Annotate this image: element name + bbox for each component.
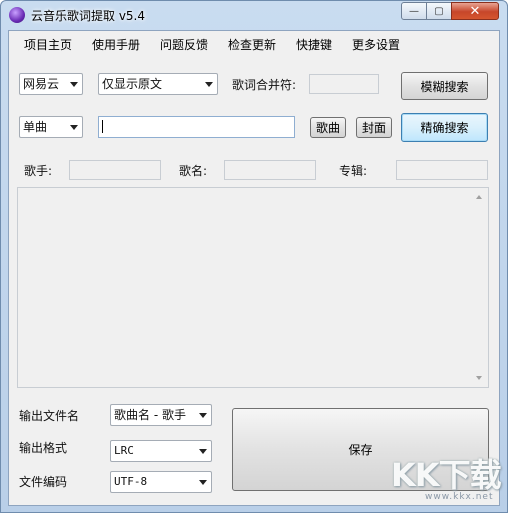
main-panel: 项目主页 使用手册 问题反馈 检查更新 快捷键 更多设置 网易云 仅显示原文 歌… <box>8 30 500 506</box>
menu-item-manual[interactable]: 使用手册 <box>92 36 140 53</box>
chevron-down-icon <box>205 82 213 87</box>
search-type-value: 单曲 <box>23 120 48 134</box>
minimize-icon: — <box>409 5 419 17</box>
lyrics-scrollbar[interactable] <box>471 188 488 387</box>
exact-search-button[interactable]: 精确搜索 <box>401 113 488 142</box>
maximize-icon: ▢ <box>434 5 444 17</box>
window-title: 云音乐歌词提取 v5.4 <box>31 9 146 23</box>
scroll-up-icon[interactable] <box>476 195 482 199</box>
chevron-down-icon <box>199 449 207 454</box>
cover-button[interactable]: 封面 <box>356 117 392 138</box>
title-bar[interactable]: 云音乐歌词提取 v5.4 — ▢ ✕ <box>1 1 507 29</box>
singer-field <box>69 160 161 180</box>
chevron-down-icon <box>70 125 78 130</box>
menu-bar: 项目主页 使用手册 问题反馈 检查更新 快捷键 更多设置 <box>9 31 499 57</box>
album-field <box>396 160 488 180</box>
display-mode-select[interactable]: 仅显示原文 <box>98 73 218 95</box>
search-query-input[interactable] <box>98 116 295 138</box>
file-encoding-label: 文件编码 <box>19 475 68 489</box>
lyrics-textarea[interactable] <box>17 187 489 388</box>
chevron-down-icon <box>199 480 207 485</box>
merge-char-label: 歌词合并符: <box>232 78 297 92</box>
file-encoding-select[interactable]: UTF-8 <box>110 471 212 493</box>
output-filename-label: 输出文件名 <box>19 409 80 423</box>
menu-item-check-update[interactable]: 检查更新 <box>228 36 276 53</box>
chevron-down-icon <box>70 82 78 87</box>
app-window: 云音乐歌词提取 v5.4 — ▢ ✕ 项目主页 使用手册 问题反馈 检查更新 快… <box>0 0 508 513</box>
source-select[interactable]: 网易云 <box>19 73 83 95</box>
menu-item-shortcuts[interactable]: 快捷键 <box>296 36 332 53</box>
output-format-select[interactable]: LRC <box>110 440 212 462</box>
album-label: 专辑: <box>339 164 368 178</box>
fuzzy-search-label: 模糊搜索 <box>420 79 469 94</box>
text-caret <box>102 120 103 133</box>
display-mode-value: 仅显示原文 <box>102 77 163 91</box>
close-button[interactable]: ✕ <box>451 2 499 20</box>
source-select-value: 网易云 <box>23 77 60 91</box>
save-button[interactable]: 保存 <box>232 408 489 491</box>
singer-label: 歌手: <box>24 164 53 178</box>
search-type-select[interactable]: 单曲 <box>19 116 83 138</box>
merge-char-input[interactable] <box>309 74 379 94</box>
output-format-label: 输出格式 <box>19 441 68 455</box>
menu-item-homepage[interactable]: 项目主页 <box>24 36 72 53</box>
menu-item-more-settings[interactable]: 更多设置 <box>352 36 400 53</box>
song-name-label: 歌名: <box>179 164 208 178</box>
song-button[interactable]: 歌曲 <box>310 117 346 138</box>
output-filename-select[interactable]: 歌曲名 - 歌手 <box>110 404 212 426</box>
close-icon: ✕ <box>469 3 481 19</box>
menu-item-feedback[interactable]: 问题反馈 <box>160 36 208 53</box>
scroll-down-icon[interactable] <box>476 376 482 380</box>
song-name-field <box>224 160 316 180</box>
maximize-button[interactable]: ▢ <box>426 2 452 20</box>
app-logo-icon <box>9 7 25 23</box>
chevron-down-icon <box>199 413 207 418</box>
fuzzy-search-button[interactable]: 模糊搜索 <box>401 72 488 100</box>
minimize-button[interactable]: — <box>401 2 427 20</box>
